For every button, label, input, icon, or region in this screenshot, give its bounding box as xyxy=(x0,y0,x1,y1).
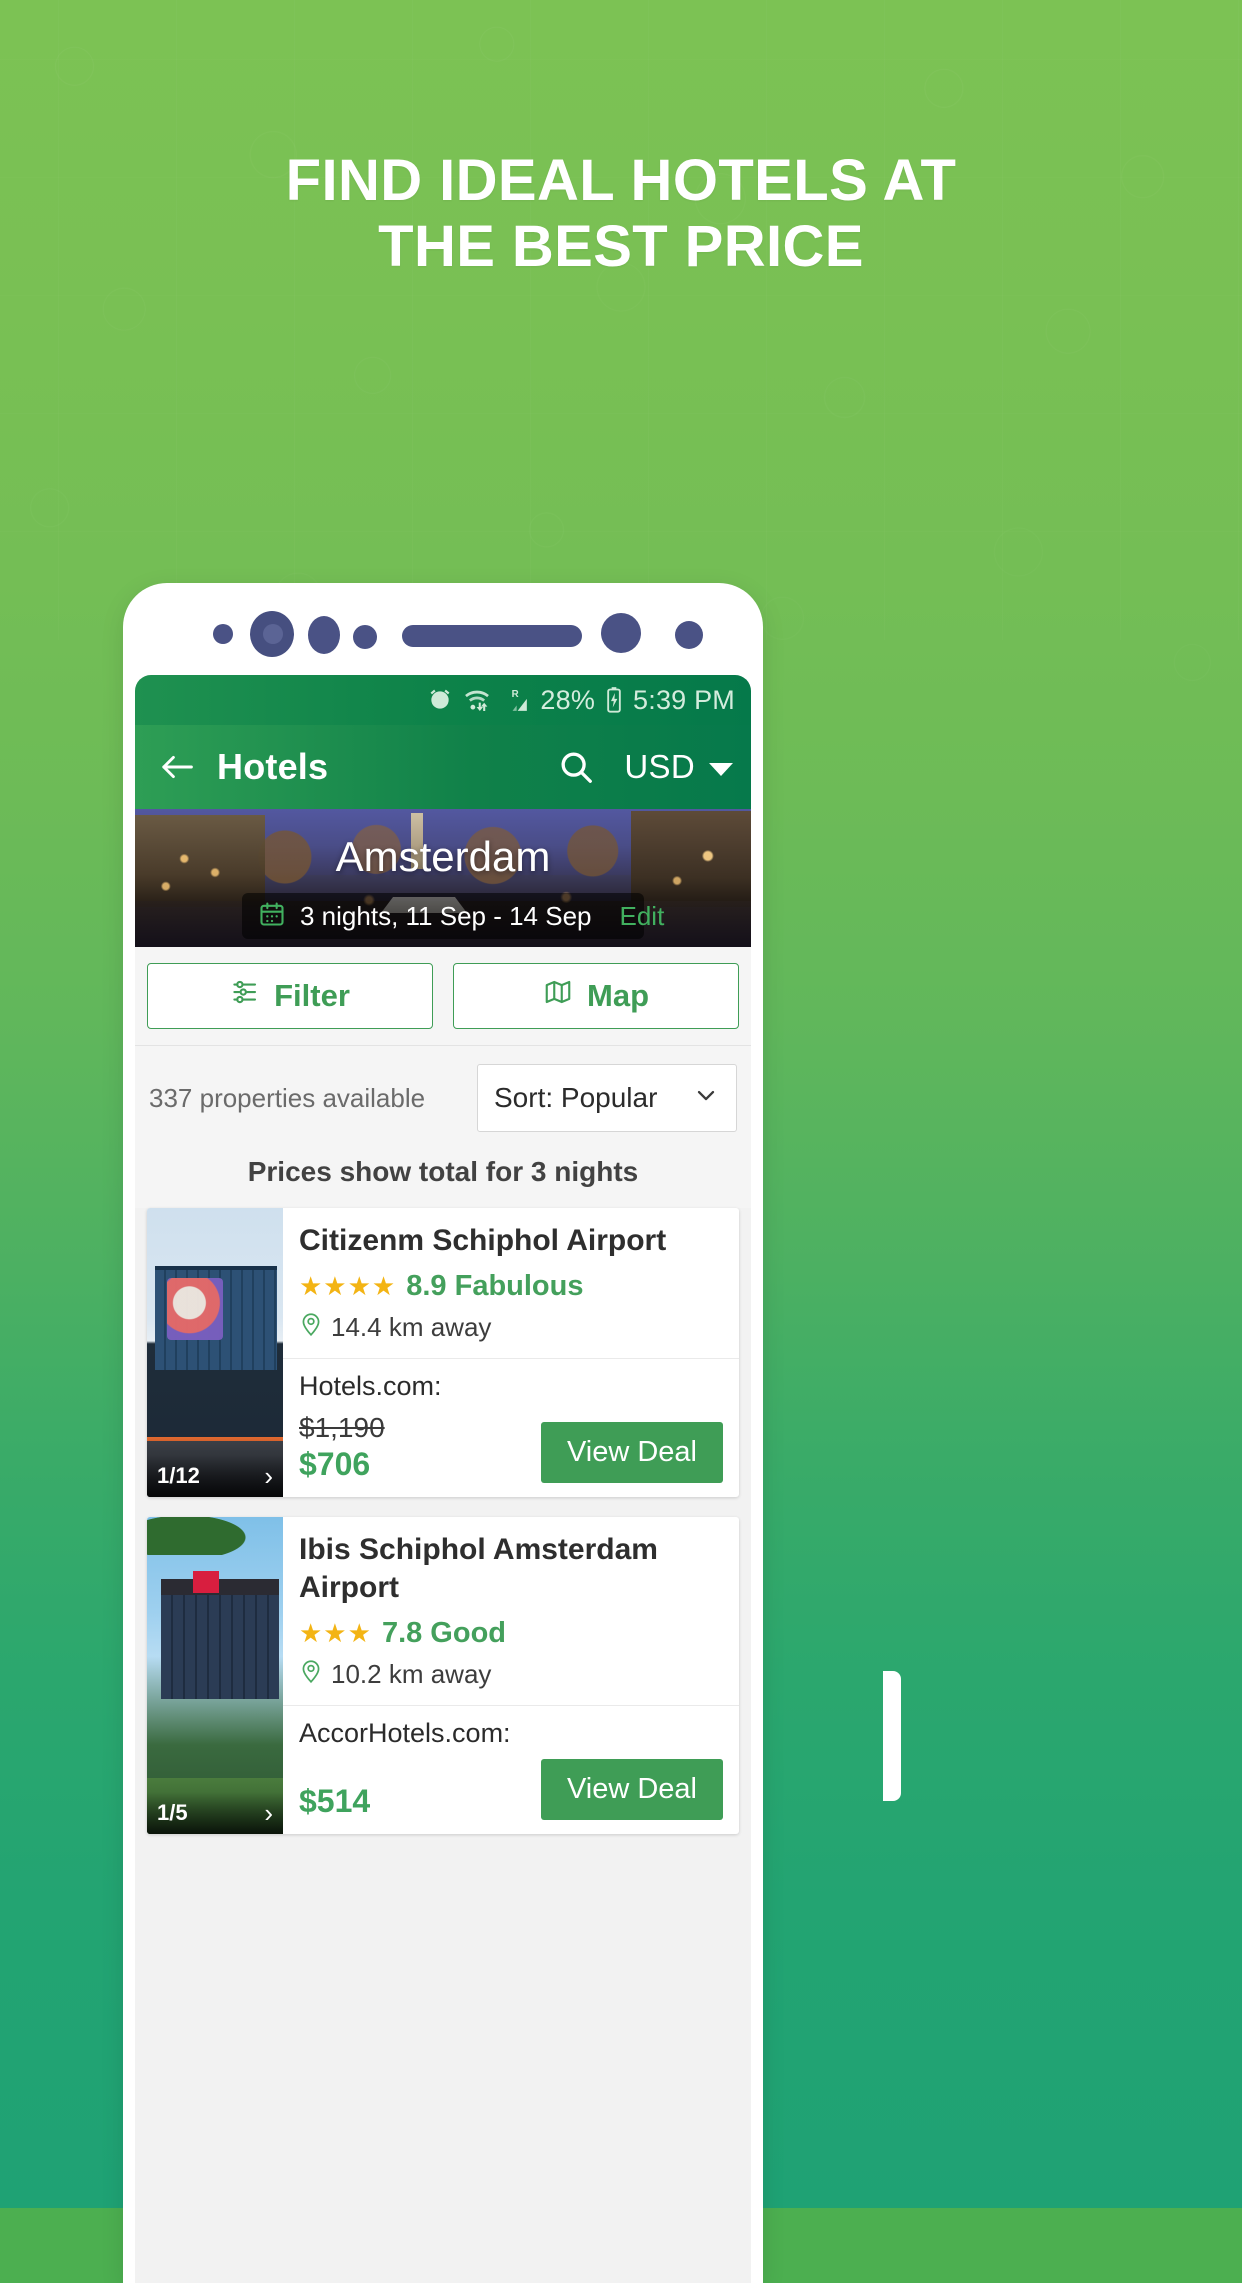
headline-line-2: THE BEST PRICE xyxy=(378,214,864,279)
hotel-distance-row: 10.2 km away xyxy=(299,1658,723,1691)
app-bar-title: Hotels xyxy=(217,746,329,787)
location-pin-icon xyxy=(299,1311,323,1344)
hotel-rating-row: ★★★★ 8.9 Fabulous xyxy=(299,1270,723,1303)
hotel-rating-row: ★★★ 7.8 Good xyxy=(299,1617,723,1650)
map-button[interactable]: Map xyxy=(453,963,739,1029)
chevron-down-icon[interactable] xyxy=(709,762,733,776)
view-deal-button[interactable]: View Deal xyxy=(540,1759,723,1820)
map-label: Map xyxy=(587,978,649,1013)
battery-charging-icon xyxy=(604,686,624,714)
phone-mockup: R 28% 5:39 PM Hotels USD Amsterdam 3 nig… xyxy=(123,583,901,2283)
search-icon[interactable] xyxy=(550,741,602,793)
svg-text:R: R xyxy=(512,689,519,700)
currency-label[interactable]: USD xyxy=(624,748,695,786)
star-rating-icon: ★★★★ xyxy=(299,1271,397,1301)
hotel-price-block: AccorHotels.com: $514 View Deal xyxy=(283,1706,739,1834)
destination-name: Amsterdam xyxy=(335,833,551,880)
chevron-down-icon xyxy=(692,1081,720,1116)
cell-signal-roaming-icon: R xyxy=(501,687,531,713)
filter-sliders-icon xyxy=(230,977,260,1015)
hotel-score: 8.9 Fabulous xyxy=(406,1270,584,1302)
phone-power-button xyxy=(883,1671,901,1801)
doodle-pattern-grid xyxy=(0,0,1242,640)
status-bar: R 28% 5:39 PM xyxy=(135,675,751,725)
hotel-info: Ibis Schiphol Amsterdam Airport ★★★ 7.8 … xyxy=(283,1517,739,1706)
hotel-info: Citizenm Schiphol Airport ★★★★ 8.9 Fabul… xyxy=(283,1208,739,1359)
alarm-clock-icon xyxy=(427,687,453,713)
provider-label: AccorHotels.com: xyxy=(299,1718,511,1748)
hotel-photo-sign xyxy=(193,1571,219,1593)
back-arrow-icon[interactable] xyxy=(153,743,201,791)
original-price: $1,190 xyxy=(299,1412,385,1443)
page-title: FIND IDEAL HOTELS AT THE BEST PRICE xyxy=(0,148,1242,280)
clock-label: 5:39 PM xyxy=(633,684,735,715)
results-summary-row: 337 properties available Sort: Popular xyxy=(135,1046,751,1142)
photo-counter: 1/5 › xyxy=(147,1792,283,1834)
map-icon xyxy=(543,977,573,1015)
hotel-score: 7.8 Good xyxy=(381,1617,507,1649)
wifi-icon xyxy=(462,687,492,713)
hotel-distance-label: 10.2 km away xyxy=(331,1659,492,1689)
sensor-dot-icon xyxy=(213,624,233,644)
phone-top-bezel xyxy=(123,583,763,675)
date-range-label: 3 nights, 11 Sep - 14 Sep xyxy=(300,900,592,931)
phone-screen: R 28% 5:39 PM Hotels USD Amsterdam 3 nig… xyxy=(135,675,751,2283)
current-price: $514 xyxy=(299,1783,371,1819)
chevron-right-icon[interactable]: › xyxy=(264,1798,273,1829)
battery-percent-label: 28% xyxy=(540,684,596,715)
edit-dates-button[interactable]: Edit xyxy=(620,901,665,932)
calendar-icon xyxy=(258,900,286,933)
filter-label: Filter xyxy=(274,978,350,1013)
view-deal-button[interactable]: View Deal xyxy=(540,1422,723,1483)
photo-counter: 1/12 › xyxy=(147,1455,283,1497)
hotel-card[interactable]: 1/5 › Ibis Schiphol Amsterdam Airport ★★… xyxy=(147,1517,739,1834)
filter-map-toolbar: Filter Map xyxy=(135,947,751,1046)
secondary-camera-icon xyxy=(601,613,641,653)
photo-counter-label: 1/12 xyxy=(157,1463,200,1488)
earpiece-speaker-icon xyxy=(402,625,582,647)
current-price: $706 xyxy=(299,1446,371,1482)
destination-hero: Amsterdam 3 nights, 11 Sep - 14 Sep Edit xyxy=(135,809,751,947)
hotel-photo-foliage xyxy=(147,1517,257,1555)
hotel-name: Citizenm Schiphol Airport xyxy=(299,1224,667,1257)
date-range-bar[interactable]: 3 nights, 11 Sep - 14 Sep Edit xyxy=(242,893,664,939)
app-bar: Hotels USD xyxy=(135,725,751,809)
hotel-price-block: Hotels.com: $1,190 $706 View Deal xyxy=(283,1359,739,1497)
hotel-name: Ibis Schiphol Amsterdam Airport xyxy=(299,1533,658,1604)
properties-count-label: 337 properties available xyxy=(149,1082,426,1113)
hotel-photo-building xyxy=(161,1579,279,1699)
chevron-right-icon[interactable]: › xyxy=(264,1461,273,1492)
star-rating-icon: ★★★ xyxy=(299,1618,372,1648)
photo-counter-label: 1/5 xyxy=(157,1800,188,1825)
provider-label: Hotels.com: xyxy=(299,1371,442,1401)
sort-value-label: Sort: Popular xyxy=(494,1082,658,1113)
hotel-distance-row: 14.4 km away xyxy=(299,1311,723,1344)
hotel-distance-label: 14.4 km away xyxy=(331,1312,492,1342)
hotel-photo[interactable]: 1/5 › xyxy=(147,1517,283,1834)
light-sensor-icon xyxy=(353,625,377,649)
hotel-photo[interactable]: 1/12 › xyxy=(147,1208,283,1497)
hotel-photo-mural xyxy=(167,1278,223,1340)
sort-dropdown[interactable]: Sort: Popular xyxy=(477,1064,737,1132)
hotel-card[interactable]: 1/12 › Citizenm Schiphol Airport ★★★★ 8.… xyxy=(147,1208,739,1497)
filter-button[interactable]: Filter xyxy=(147,963,433,1029)
location-pin-icon xyxy=(299,1658,323,1691)
proximity-sensor-icon xyxy=(308,616,340,654)
led-indicator-icon xyxy=(675,621,703,649)
price-note-label: Prices show total for 3 nights xyxy=(135,1142,751,1208)
front-camera-icon xyxy=(250,611,294,657)
headline-line-1: FIND IDEAL HOTELS AT xyxy=(285,148,957,213)
